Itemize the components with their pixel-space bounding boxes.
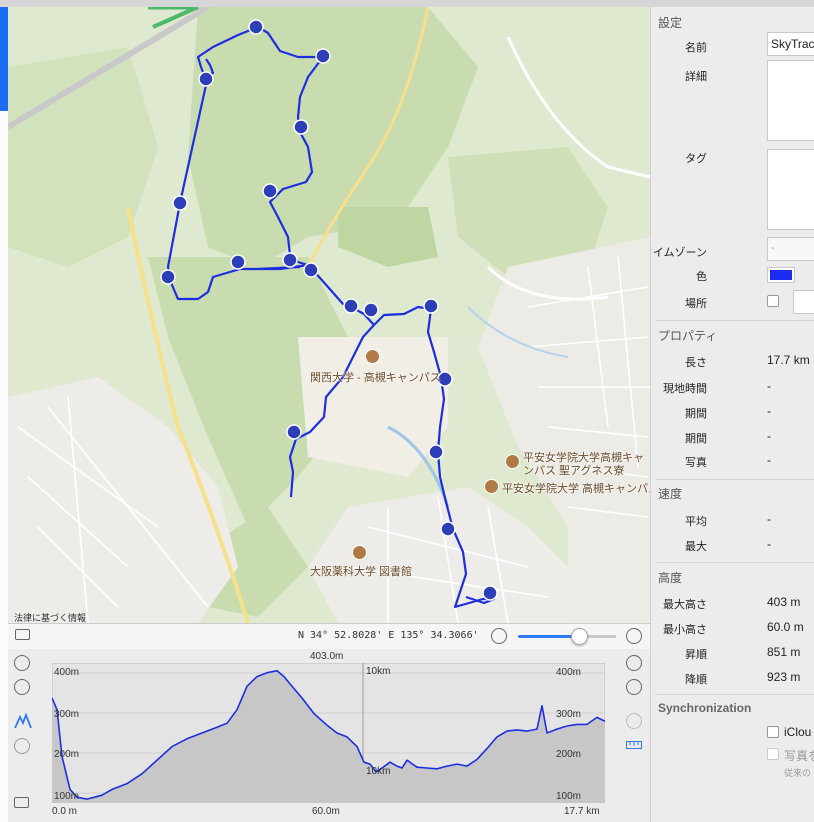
- sidebar-selection-tab[interactable]: [0, 7, 8, 111]
- localtime-label: 現地時間: [663, 383, 707, 395]
- sidebar-strip: [0, 111, 8, 822]
- x-marker-10km-top: 10km: [366, 666, 391, 677]
- map-label-kansai[interactable]: 関西大学 - 高槻キャンパス: [310, 369, 441, 385]
- photo-sync-note: 従来の: [784, 768, 812, 778]
- elevation-mode-icon[interactable]: [14, 713, 32, 729]
- altitude-header: 高度: [658, 571, 683, 585]
- y-label-100: 100m: [54, 791, 80, 802]
- y-label-300: 300m: [54, 709, 80, 720]
- name-field-value: SkyTrac: [771, 37, 814, 51]
- x-end-label: 17.7 km: [564, 806, 600, 817]
- name-field[interactable]: SkyTrac: [767, 32, 814, 56]
- map-label-heian2[interactable]: 平安女学院大学 高槻キャンパス: [502, 480, 650, 496]
- detail-field[interactable]: [767, 60, 814, 141]
- color-well[interactable]: [767, 267, 795, 283]
- avg-speed-label: 平均: [685, 516, 707, 528]
- tag-label: タグ: [685, 153, 707, 165]
- x-mid-label: 60.0m: [312, 806, 340, 817]
- color-swatch: [770, 270, 792, 280]
- sidebar-toggle-icon[interactable]: [15, 629, 30, 640]
- map-canvas[interactable]: [8, 7, 650, 623]
- min-altitude-value: 60.0 m: [767, 620, 804, 634]
- university-poi-icon[interactable]: [365, 349, 380, 364]
- cursor-coordinates: N 34° 52.8028' E 135° 34.3066': [298, 630, 479, 641]
- y-label-right-400: 400m: [556, 667, 582, 678]
- library-poi-icon[interactable]: [352, 545, 367, 560]
- length-value: 17.7 km: [767, 353, 810, 367]
- x-start-label: 0.0 m: [52, 806, 78, 817]
- period2-label: 期間: [685, 433, 707, 445]
- timezone-label: タイムゾーン: [651, 247, 707, 259]
- max-altitude-label: 最大高さ: [663, 599, 707, 611]
- divider: [655, 479, 814, 480]
- map-label-heian1b[interactable]: ンパス 聖アグネス寮: [523, 462, 625, 478]
- ascent-label: 昇順: [685, 649, 707, 661]
- timezone-value: -: [771, 242, 775, 254]
- legal-info-link[interactable]: 法律に基づく情報: [14, 611, 86, 623]
- timer-icon[interactable]: [626, 713, 642, 729]
- place-label: 場所: [685, 298, 707, 310]
- y-label-right-300: 300m: [556, 709, 582, 720]
- inspector-panel: 設定 名前 SkyTrac 詳細 タグ タイムゾーン - 色 場所 プロパティ …: [650, 7, 814, 822]
- divider: [655, 694, 814, 695]
- min-altitude-label: 最小高さ: [663, 624, 707, 636]
- y-label-right-200: 200m: [556, 749, 582, 760]
- period2-value: -: [767, 429, 771, 443]
- timezone-select[interactable]: -: [767, 237, 814, 261]
- elevation-zoom-in-icon[interactable]: [14, 655, 30, 671]
- elevation-chart[interactable]: [52, 663, 605, 803]
- avg-speed-value: -: [767, 512, 771, 526]
- place-field[interactable]: [793, 290, 814, 314]
- map-label-osaka[interactable]: 大阪薬科大学 図書館: [310, 563, 412, 579]
- y-label-400: 400m: [54, 667, 80, 678]
- tag-field[interactable]: [767, 149, 814, 230]
- university-poi-icon[interactable]: [484, 479, 499, 494]
- divider: [655, 562, 814, 563]
- length-label: 長さ: [685, 357, 707, 369]
- map-status-bar: N 34° 52.8028' E 135° 34.3066': [8, 623, 650, 650]
- max-altitude-value: 403 m: [767, 595, 801, 609]
- icloud-label: iClou: [784, 725, 812, 739]
- y-label-200: 200m: [54, 749, 80, 760]
- elevation-max-label: 403.0m: [310, 651, 344, 662]
- settings-header: 設定: [658, 16, 683, 30]
- divider: [655, 320, 814, 321]
- photo-sync-checkbox[interactable]: [767, 748, 779, 760]
- detail-label: 詳細: [685, 71, 707, 83]
- photo-value: -: [767, 453, 771, 467]
- ruler-icon[interactable]: [626, 741, 642, 749]
- zoom-slider[interactable]: [518, 635, 616, 638]
- elevation-zoom-out-icon[interactable]: [14, 679, 30, 695]
- zoom-out-icon[interactable]: [491, 628, 507, 644]
- localtime-value: -: [767, 379, 771, 393]
- sync-header: Synchronization: [658, 701, 752, 715]
- max-speed-value: -: [767, 537, 771, 551]
- zoom-in-icon[interactable]: [626, 628, 642, 644]
- elevation-zoom-out-right-icon[interactable]: [626, 679, 642, 695]
- elevation-panel[interactable]: 403.0m 400m 300m 200m 100m 400m 300m 200…: [8, 649, 650, 822]
- elevation-zoom-in-right-icon[interactable]: [626, 655, 642, 671]
- descent-value: 923 m: [767, 670, 801, 684]
- max-speed-label: 最大: [685, 541, 707, 553]
- zoom-slider-knob[interactable]: [571, 628, 588, 645]
- period1-value: -: [767, 404, 771, 418]
- place-checkbox[interactable]: [767, 295, 779, 307]
- photo-sync-label: 写真を: [784, 749, 814, 763]
- y-label-right-100: 100m: [556, 791, 582, 802]
- period1-label: 期間: [685, 408, 707, 420]
- map-view[interactable]: 関西大学 - 高槻キャンパス 平安女学院大学高槻キャ ンパス 聖アグネス寮 平安…: [8, 7, 650, 623]
- ascent-value: 851 m: [767, 645, 801, 659]
- window-top-bar: [0, 0, 814, 7]
- photo-label: 写真: [685, 457, 707, 469]
- properties-header: プロパティ: [658, 329, 718, 343]
- speed-mode-icon[interactable]: [14, 738, 30, 754]
- color-label: 色: [696, 271, 707, 283]
- icloud-checkbox[interactable]: [767, 726, 779, 738]
- university-poi-icon[interactable]: [505, 454, 520, 469]
- panel-toggle-icon[interactable]: [14, 797, 29, 808]
- speed-header: 速度: [658, 487, 683, 501]
- name-label: 名前: [685, 42, 707, 54]
- x-marker-10km-low: 10km: [366, 766, 391, 777]
- descent-label: 降順: [685, 674, 707, 686]
